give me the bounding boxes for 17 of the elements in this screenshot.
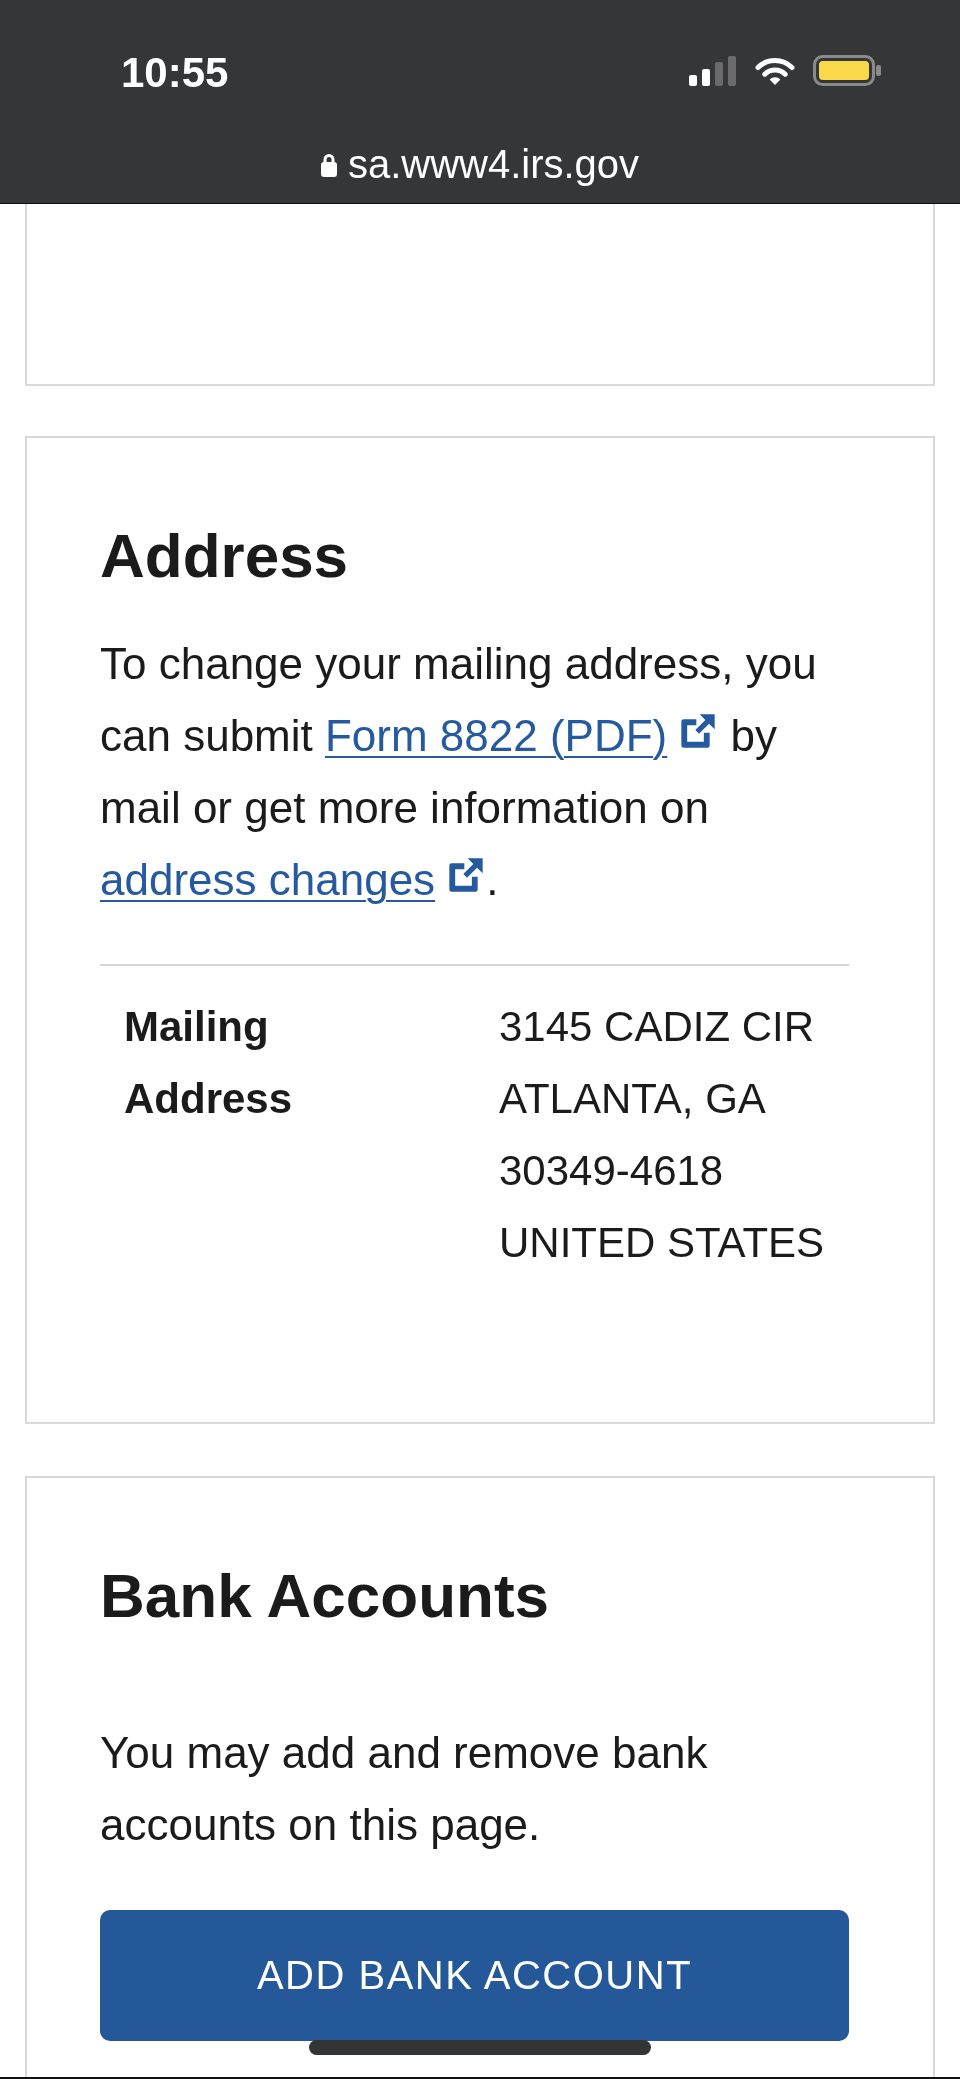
card-description: You may add and remove bank accounts on this page. [100, 1727, 709, 1851]
battery-icon [813, 55, 881, 86]
url-text[interactable]: sa.www4.irs.gov [347, 140, 640, 188]
address-line: UNITED STATES [499, 1218, 825, 1268]
field-label: Mailing Address [124, 1002, 293, 1124]
inline-link[interactable]: Form 8822 (PDF) [325, 711, 719, 760]
inline-link[interactable]: address changes [100, 855, 487, 904]
status-time: 10:55 [121, 48, 229, 98]
signal-icon [689, 56, 736, 86]
address-line: ATLANTA, GA [499, 1074, 766, 1124]
address-line: 3145 CADIZ CIR [499, 1002, 815, 1052]
address-line: 30349-4618 [499, 1146, 724, 1196]
card-title: Address [100, 520, 350, 592]
add-account-button[interactable]: ADD BANK ACCOUNT [100, 1910, 849, 2041]
card-description: To change your mailing address, you can submit Form 8822 (PDF) by mail or get more information on address changes . [100, 638, 818, 906]
card-title: Bank Accounts [100, 1560, 550, 1632]
wifi-icon [754, 56, 796, 86]
